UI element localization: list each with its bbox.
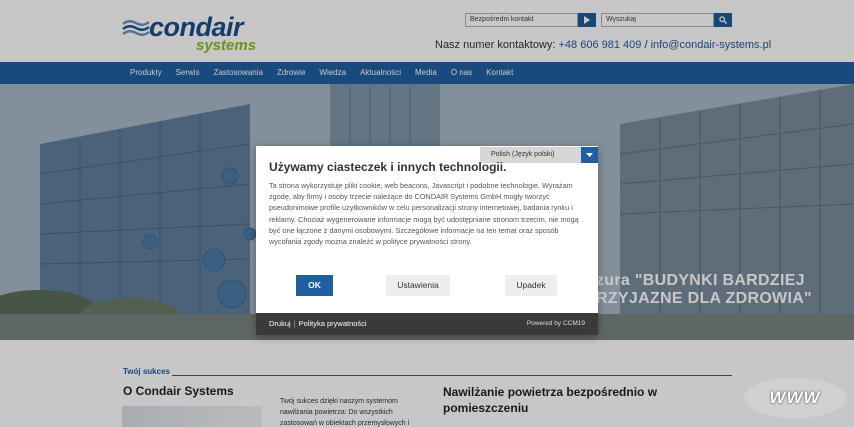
cookie-dialog-body: Ta strona wykorzystuje pliki cookie, web…	[269, 181, 579, 247]
print-link[interactable]: Drukuj	[269, 319, 291, 328]
cookie-dialog-title: Używamy ciasteczek i innych technologii.	[269, 160, 507, 174]
decline-button[interactable]: Upadek	[505, 275, 557, 296]
footer-links: Drukuj | Polityka prywatności	[269, 313, 367, 335]
cookie-dialog-footer: Drukuj | Polityka prywatności Powered by C…	[256, 313, 598, 335]
www-badge-text: WWW	[769, 388, 821, 407]
www-badge[interactable]: WWW	[744, 378, 846, 418]
settings-button[interactable]: Ustawienia	[386, 275, 450, 296]
language-select-arrow[interactable]	[581, 147, 598, 163]
footer-separator: |	[293, 319, 296, 328]
page: condair systems Bezpośredni kontakt Wysz…	[0, 0, 854, 427]
privacy-policy-link[interactable]: Polityka prywatności	[299, 319, 367, 328]
chevron-down-icon	[586, 153, 593, 157]
powered-by[interactable]: Powered by CCM19	[527, 313, 585, 335]
cookie-consent-dialog: Polish (Język polski) Używamy ciasteczek…	[256, 146, 598, 335]
ok-button[interactable]: OK	[296, 275, 333, 296]
